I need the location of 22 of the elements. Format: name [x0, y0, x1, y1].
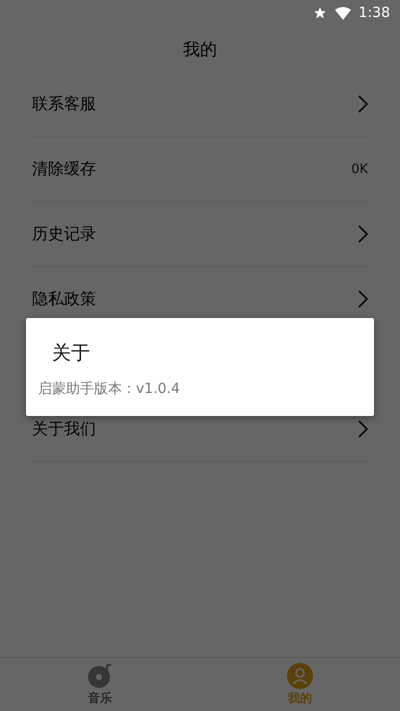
menu-label: 历史记录 [32, 224, 96, 244]
menu-label: 清除缓存 [32, 158, 96, 180]
chevron-right-icon [358, 225, 368, 243]
person-icon [287, 662, 313, 688]
wifi-icon [334, 6, 351, 20]
page-title: 我的 [183, 38, 217, 60]
music-disc-icon [87, 662, 113, 688]
menu-label: 联系客服 [32, 94, 96, 114]
chevron-right-icon [358, 290, 368, 308]
dialog-title: 关于 [51, 341, 91, 366]
cache-size: 0K [351, 162, 368, 176]
menu-row[interactable]: 联系客服 [32, 72, 368, 137]
nav-tab[interactable]: 音乐 [0, 658, 200, 711]
menu-row[interactable]: 历史记录 [32, 202, 368, 267]
status-time: 1:38 [358, 5, 390, 21]
menu-row[interactable]: 清除缓存 0K [32, 137, 368, 202]
menu-label: 隐私政策 [32, 288, 96, 310]
menu-label: 关于我们 [32, 418, 96, 440]
chevron-right-icon [358, 420, 368, 438]
version-text: 启蒙助手版本：v1.0.4 [38, 380, 181, 398]
star-icon [312, 6, 327, 20]
chevron-right-icon [358, 95, 368, 113]
